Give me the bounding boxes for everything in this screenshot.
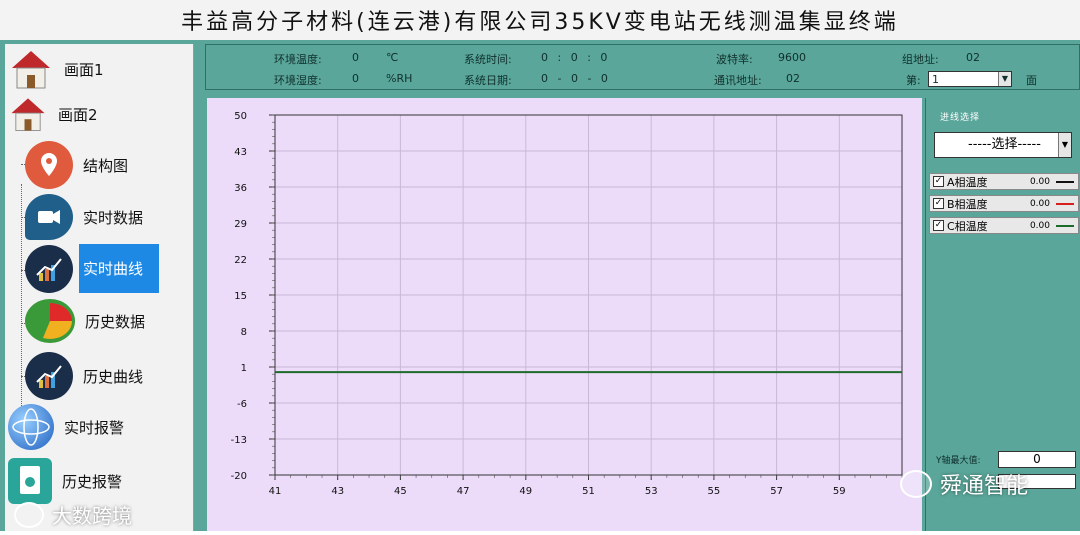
y-tick-label: 8 [241, 327, 247, 338]
right-panel: 进线选择 -----选择----- ▼ ✓ A相温度 0.00 ✓ B相温度 0… [925, 98, 1080, 531]
legend-row-a[interactable]: ✓ A相温度 0.00 [929, 173, 1079, 190]
x-tick-label: 51 [582, 486, 595, 497]
app-title: 丰益高分子材料(连云港)有限公司35KV变电站无线测温集显终端 [181, 10, 899, 35]
house-icon [8, 46, 54, 92]
checkbox-a[interactable]: ✓ [933, 176, 944, 187]
legend-value-c: 0.00 [1029, 220, 1050, 231]
ymax-input[interactable]: 0 [998, 451, 1076, 468]
chart-icon [25, 244, 73, 293]
env-temp-unit: ℃ [386, 51, 399, 64]
env-temp-label: 环境温度: [274, 53, 322, 66]
legend-swatch-c [1056, 224, 1074, 227]
x-tick-label: 59 [833, 486, 846, 497]
temperature-chart: 41 43 45 47 49 51 53 55 57 59 50 43 36 29 22 15 8 1 -6 -13 -… [231, 111, 903, 497]
chevron-down-icon: ▼ [1058, 133, 1071, 157]
y-tick-label: 22 [234, 255, 247, 266]
globe-icon [8, 404, 54, 450]
y-tick-label: 15 [234, 291, 247, 302]
x-tick-label: 43 [331, 486, 344, 497]
window-title: 丰益高分子材料(连云港)有限公司35KV变电站无线测温集显终端 [0, 0, 1080, 40]
y-tick-label: -6 [237, 399, 247, 410]
sys-date-value: 0 - 0 - 0 [541, 72, 608, 85]
wechat-icon [14, 501, 44, 528]
y-tick-label: 36 [234, 183, 247, 194]
page-label: 第: [906, 74, 921, 87]
status-info-bar: 环境温度: 0 ℃ 环境湿度: 0 %RH 系统时间: 0 : 0 : 0 系统… [205, 44, 1080, 90]
page-suffix: 面 [1026, 74, 1037, 87]
chevron-down-icon: ▼ [998, 72, 1011, 86]
tree-connector [21, 184, 22, 424]
nav-item-screen1[interactable]: 画面1 [8, 46, 108, 92]
checkbox-c[interactable]: ✓ [933, 220, 944, 231]
line-select-label: 进线选择 [940, 113, 981, 123]
nav-item-history-data[interactable]: 历史数据 [25, 299, 149, 343]
checkbox-b[interactable]: ✓ [933, 198, 944, 209]
nav-item-history-curve[interactable]: 历史曲线 [25, 352, 147, 400]
sys-time-value: 0 : 0 : 0 [541, 51, 608, 64]
x-tick-label: 49 [519, 486, 532, 497]
x-tick-label: 57 [770, 486, 783, 497]
nav-item-realtime-curve[interactable]: 实时曲线 [25, 244, 160, 293]
baud-value: 9600 [778, 51, 806, 64]
page-select-value: 1 [932, 73, 939, 86]
document-icon [8, 458, 52, 504]
chart-panel: 41 43 45 47 49 51 53 55 57 59 50 43 36 29 22 15 8 1 -6 -13 -… [207, 98, 922, 531]
nav-item-structure[interactable]: 结构图 [25, 141, 132, 189]
group-addr-value: 02 [966, 51, 980, 64]
y-tick-label: -13 [231, 435, 247, 446]
nav-item-realtime-data[interactable]: 实时数据 [25, 194, 147, 240]
x-tick-label: 55 [708, 486, 721, 497]
y-tick-label: 43 [234, 147, 247, 158]
comm-addr-label: 通讯地址: [714, 74, 762, 87]
house-icon [8, 94, 48, 134]
wechat-icon [900, 470, 932, 498]
baud-label: 波特率: [716, 53, 753, 66]
legend-value-b: 0.00 [1029, 198, 1050, 209]
y-tick-label: 29 [234, 219, 247, 230]
nav-item-screen2[interactable]: 画面2 [8, 94, 102, 134]
ymax-value: 0 [1033, 452, 1041, 466]
line-select-value: -----选择----- [968, 137, 1041, 152]
x-tick-label: 47 [457, 486, 470, 497]
legend-label-b: B相温度 [947, 197, 988, 211]
chart-icon [25, 352, 73, 400]
page-select[interactable]: 1 ▼ [928, 71, 1012, 87]
legend-label-a: A相温度 [947, 175, 988, 189]
env-hum-label: 环境湿度: [274, 74, 322, 87]
y-tick-label: -20 [231, 471, 247, 482]
comm-addr-value: 02 [786, 72, 800, 85]
watermark-right: 舜通智能 [900, 468, 1028, 500]
line-select-dropdown[interactable]: -----选择----- ▼ [934, 132, 1072, 158]
legend-row-c[interactable]: ✓ C相温度 0.00 [929, 217, 1079, 234]
env-temp-value: 0 [352, 51, 359, 64]
sys-time-label: 系统时间: [464, 53, 512, 66]
y-tick-label: 50 [234, 111, 247, 122]
legend-swatch-a [1056, 180, 1074, 183]
legend-row-b[interactable]: ✓ B相温度 0.00 [929, 195, 1079, 212]
watermark-left-text: 大数跨境 [52, 504, 132, 528]
y-tick-label: 1 [241, 363, 247, 374]
group-addr-label: 组地址: [902, 53, 939, 66]
ymax-label: Y轴最大值: [936, 456, 981, 466]
x-tick-label: 45 [394, 486, 407, 497]
video-camera-icon [25, 194, 73, 240]
pie-chart-icon [25, 299, 75, 343]
watermark-right-text: 舜通智能 [940, 474, 1029, 499]
legend-swatch-b [1056, 202, 1074, 205]
nav-item-realtime-alarm[interactable]: 实时报警 [8, 404, 128, 450]
x-tick-label: 53 [645, 486, 658, 497]
x-tick-label: 41 [269, 486, 282, 497]
sidebar: 画面1 画面2 结构图 实时数据 实时曲线 历史数据 历史曲线 实时报警 历史报… [5, 44, 194, 531]
nav-item-history-alarm[interactable]: 历史报警 [8, 458, 126, 504]
legend-value-a: 0.00 [1029, 176, 1050, 187]
env-hum-unit: %RH [386, 72, 413, 85]
legend-label-c: C相温度 [947, 219, 988, 233]
env-hum-value: 0 [352, 72, 359, 85]
watermark-left: 大数跨境 [14, 500, 132, 529]
sys-date-label: 系统日期: [464, 74, 512, 87]
map-pin-icon [25, 141, 73, 189]
